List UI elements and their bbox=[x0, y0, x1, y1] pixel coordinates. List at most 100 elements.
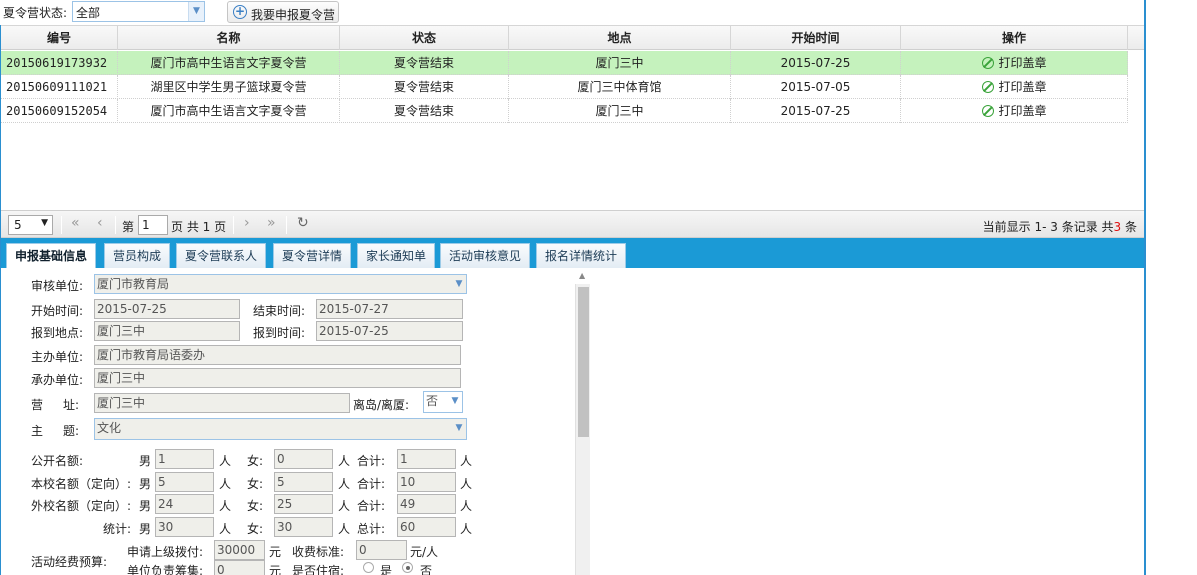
cell-status: 夏令营结束 bbox=[340, 51, 509, 75]
scrollbar-thumb[interactable] bbox=[578, 287, 589, 437]
outside-sum-field[interactable]: 49 bbox=[397, 494, 456, 514]
page-number-input[interactable]: 1 bbox=[138, 215, 168, 235]
camp-address-field[interactable]: 厦门三中 bbox=[94, 393, 350, 413]
apply-fund-field[interactable]: 30000 bbox=[214, 540, 265, 560]
detail-tabs: 申报基础信息 营员构成 夏令营联系人 夏令营详情 家长通知单 活动审核意见 报名… bbox=[1, 238, 1144, 269]
first-page-icon[interactable]: « bbox=[71, 215, 80, 231]
island-select[interactable]: 否 ▼ bbox=[423, 391, 463, 413]
female-label: 女: bbox=[247, 477, 264, 491]
status-filter-value: 全部 bbox=[76, 6, 101, 20]
school-male-field[interactable]: 5 bbox=[155, 472, 214, 492]
chevron-down-icon: ▼ bbox=[451, 396, 459, 406]
tab-enrollment-stats[interactable]: 报名详情统计 bbox=[536, 243, 627, 268]
tab-members[interactable]: 营员构成 bbox=[104, 243, 171, 268]
report-time-field[interactable]: 2015-07-25 bbox=[316, 321, 463, 341]
column-header-place[interactable]: 地点 bbox=[509, 26, 731, 50]
divider bbox=[233, 216, 234, 234]
page-size-select[interactable]: 5 ▼ bbox=[8, 215, 53, 235]
column-header-name[interactable]: 名称 bbox=[118, 26, 340, 50]
status-filter-label: 夏令营状态: bbox=[3, 6, 68, 20]
outside-female-field[interactable]: 25 bbox=[274, 494, 333, 514]
host-unit-label: 主办单位: bbox=[31, 350, 84, 364]
stat-male-field[interactable]: 30 bbox=[155, 517, 214, 537]
person-unit: 人 bbox=[338, 477, 351, 491]
chevron-down-icon: ▼ bbox=[188, 2, 204, 21]
scroll-up-icon[interactable]: ▲ bbox=[579, 271, 585, 280]
cell-start: 2015-07-25 bbox=[731, 51, 901, 75]
self-fund-label: 单位负责筹集: bbox=[127, 564, 204, 575]
tab-parent-notice[interactable]: 家长通知单 bbox=[357, 243, 436, 268]
column-header-id[interactable]: 编号 bbox=[1, 26, 118, 50]
end-time-field[interactable]: 2015-07-27 bbox=[316, 299, 463, 319]
lodging-yes-radio[interactable] bbox=[363, 562, 374, 573]
apply-camp-button-label: 我要申报夏令营 bbox=[251, 8, 336, 22]
person-unit: 人 bbox=[219, 499, 232, 513]
table-header: 编号 名称 状态 地点 开始时间 操作 bbox=[1, 26, 1144, 50]
status-filter-select[interactable]: 全部 ▼ bbox=[72, 1, 205, 22]
tab-contacts[interactable]: 夏令营联系人 bbox=[176, 243, 267, 268]
theme-value: 文化 bbox=[97, 421, 122, 435]
print-stamp-link[interactable]: 打印盖章 bbox=[981, 75, 1047, 99]
outside-male-field[interactable]: 24 bbox=[155, 494, 214, 514]
form-scrollbar[interactable]: ▲ bbox=[575, 271, 590, 575]
public-sum-field[interactable]: 1 bbox=[397, 449, 456, 469]
divider bbox=[115, 216, 116, 234]
record-info: 当前显示 1- 3 条记录 共3 条 bbox=[983, 218, 1137, 235]
print-stamp-link[interactable]: 打印盖章 bbox=[981, 51, 1047, 75]
apply-camp-button[interactable]: + 我要申报夏令营 bbox=[227, 1, 339, 23]
school-sum-field[interactable]: 10 bbox=[397, 472, 456, 492]
theme-select[interactable]: 文化 ▼ bbox=[94, 418, 467, 440]
last-page-icon[interactable]: » bbox=[267, 215, 276, 231]
organizer-field[interactable]: 厦门三中 bbox=[94, 368, 461, 388]
column-header-start[interactable]: 开始时间 bbox=[731, 26, 901, 50]
camp-table: 编号 名称 状态 地点 开始时间 操作 20150619173932 厦门市高中… bbox=[1, 25, 1144, 210]
start-time-field[interactable]: 2015-07-25 bbox=[94, 299, 240, 319]
male-label: 男 bbox=[139, 522, 152, 536]
prev-page-icon[interactable]: ‹ bbox=[97, 215, 103, 231]
basic-info-form: 审核单位: 厦门市教育局 ▼ 开始时间: 2015-07-25 结束时间: 20… bbox=[1, 268, 1144, 575]
stat-female-field[interactable]: 30 bbox=[274, 517, 333, 537]
tab-camp-details[interactable]: 夏令营详情 bbox=[273, 243, 352, 268]
stamp-icon bbox=[982, 57, 995, 69]
sum-label: 合计: bbox=[357, 454, 386, 468]
table-row[interactable]: 20150609152054 厦门市高中生语言文字夏令营 夏令营结束 厦门三中 … bbox=[1, 99, 1128, 123]
page-size-value: 5 bbox=[14, 218, 22, 232]
cell-status: 夏令营结束 bbox=[340, 99, 509, 123]
print-stamp-link[interactable]: 打印盖章 bbox=[981, 99, 1047, 123]
self-fund-field[interactable]: 0 bbox=[214, 560, 265, 575]
stat-total-field[interactable]: 60 bbox=[397, 517, 456, 537]
record-info-prefix: 当前显示 1- 3 条记录 共 bbox=[982, 220, 1114, 234]
total-label: 总计: bbox=[357, 522, 386, 536]
print-stamp-label: 打印盖章 bbox=[998, 56, 1047, 70]
toolbar: 夏令营状态: 全部 ▼ + 我要申报夏令营 bbox=[0, 0, 1144, 25]
outside-quota-label: 外校名额（定向）: bbox=[31, 499, 132, 513]
camp-address-label-a: 营 bbox=[31, 398, 44, 412]
lodging-yes-label: 是 bbox=[380, 564, 393, 575]
host-unit-field[interactable]: 厦门市教育局语委办 bbox=[94, 345, 461, 365]
tab-basic-info[interactable]: 申报基础信息 bbox=[6, 243, 97, 269]
cell-name: 湖里区中学生男子篮球夏令营 bbox=[118, 75, 340, 99]
person-unit: 人 bbox=[338, 454, 351, 468]
public-female-field[interactable]: 0 bbox=[274, 449, 333, 469]
review-unit-select[interactable]: 厦门市教育局 ▼ bbox=[94, 274, 467, 294]
next-page-icon[interactable]: › bbox=[244, 215, 250, 231]
page-suffix: 页 共 1 页 bbox=[171, 220, 227, 234]
person-unit: 人 bbox=[338, 499, 351, 513]
table-row[interactable]: 20150619173932 厦门市高中生语言文字夏令营 夏令营结束 厦门三中 … bbox=[1, 51, 1128, 75]
start-time-label: 开始时间: bbox=[31, 304, 84, 318]
divider bbox=[61, 216, 62, 234]
column-header-operation[interactable]: 操作 bbox=[901, 26, 1128, 50]
column-header-status[interactable]: 状态 bbox=[340, 26, 509, 50]
tab-review-opinion[interactable]: 活动审核意见 bbox=[440, 243, 531, 268]
public-quota-label: 公开名额: bbox=[31, 454, 84, 468]
report-place-field[interactable]: 厦门三中 bbox=[94, 321, 240, 341]
column-header-spacer bbox=[1128, 26, 1144, 50]
fee-field[interactable]: 0 bbox=[356, 540, 407, 560]
public-male-field[interactable]: 1 bbox=[155, 449, 214, 469]
school-female-field[interactable]: 5 bbox=[274, 472, 333, 492]
refresh-icon[interactable]: ↻ bbox=[297, 215, 309, 231]
lodging-no-radio[interactable] bbox=[402, 562, 413, 573]
review-unit-label: 审核单位: bbox=[31, 279, 84, 293]
lodging-no-label: 否 bbox=[420, 564, 433, 575]
table-row[interactable]: 20150609111021 湖里区中学生男子篮球夏令营 夏令营结束 厦门三中体… bbox=[1, 75, 1128, 99]
